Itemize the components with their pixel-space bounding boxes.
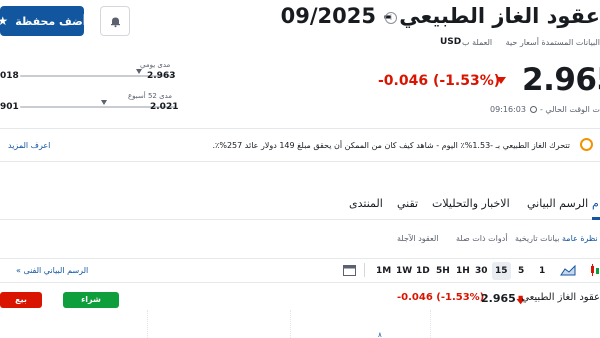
add-alert-button[interactable] xyxy=(100,6,130,36)
subtab-related[interactable]: أدوات ذات صلة xyxy=(456,234,508,243)
timeframe-1h[interactable]: 1H xyxy=(456,266,470,276)
clock-icon xyxy=(530,106,537,113)
quote-time: 09:16:03 xyxy=(490,105,526,114)
promo-banner-text: تتحرك الغاز الطبيعي بـ -1.53%٪ اليوم - ش… xyxy=(212,141,570,150)
toolbar-top-divider xyxy=(0,258,600,259)
timeframe-30[interactable]: 30 xyxy=(475,266,488,276)
timeframe-5[interactable]: 5 xyxy=(518,266,524,276)
daily-range-label: مدى يومي xyxy=(140,61,171,69)
subtab-futures[interactable]: العقود الآجلة xyxy=(397,234,438,243)
price-change: -0.046 (-1.53%) xyxy=(378,73,501,89)
subtab-historical[interactable]: بيانات تاريخية xyxy=(515,234,559,243)
sell-button[interactable]: بيع xyxy=(0,292,42,308)
currency-label: العملة ب xyxy=(462,38,493,47)
tab-forum[interactable]: المنتدى xyxy=(349,197,383,210)
toolbar-bottom-divider xyxy=(0,282,600,283)
banner-top-divider xyxy=(0,128,600,129)
chart-marker: ٨ xyxy=(378,331,382,338)
tab-chart[interactable]: الرسم البياني xyxy=(527,197,588,210)
tab-technical[interactable]: تقني xyxy=(397,197,418,210)
daily-range-low: 2.963 xyxy=(147,71,176,81)
timeframe-1w[interactable]: 1W xyxy=(396,266,412,276)
calendar-icon[interactable] xyxy=(343,264,356,276)
week52-range-label: مدى 52 أسبوع xyxy=(128,92,173,100)
page-title: عقود الغاز الطبيعي - 09/2025 xyxy=(280,4,600,28)
area-chart-icon[interactable] xyxy=(560,263,576,277)
tabs-divider xyxy=(0,219,600,220)
toolbar-separator xyxy=(364,263,365,277)
technical-chart-link[interactable]: الرسم البياني الفنى » xyxy=(16,266,88,275)
last-price: 2.965 xyxy=(522,62,600,98)
week52-range-high: 901 xyxy=(0,102,19,112)
subtab-overview[interactable]: نظرة عامة xyxy=(562,234,598,243)
candlestick-icon[interactable] xyxy=(590,263,600,277)
timeframe-1d[interactable]: 1D xyxy=(416,266,430,276)
star-icon: ★ xyxy=(0,14,9,28)
buy-button[interactable]: شراء xyxy=(63,292,119,308)
chart-instrument-name: عقود الغاز الطبيعي xyxy=(521,292,600,303)
data-source-label: البيانات المستمدة أسعار حية xyxy=(505,38,600,47)
timeframe-5h[interactable]: 5H xyxy=(436,266,450,276)
chart-gridline xyxy=(290,310,291,338)
week52-range-low: 2.021 xyxy=(150,102,179,112)
active-tab-indicator xyxy=(592,217,600,220)
banner-bottom-divider xyxy=(0,161,600,162)
chart-gridline xyxy=(147,310,148,338)
chart-price: 2.965 xyxy=(481,292,516,305)
timeframe-1m[interactable]: 1M xyxy=(376,266,391,276)
week52-range-marker xyxy=(101,100,107,105)
promo-icon xyxy=(580,138,593,151)
tab-overview[interactable]: م xyxy=(592,197,599,210)
chart-price-change: -0.046 (-1.53%) xyxy=(397,292,485,303)
tab-news-analysis[interactable]: الاخبار والتحليلات xyxy=(432,197,510,210)
quote-time-label: بيانات الوقت الحالي - xyxy=(540,105,600,114)
chart-gridline xyxy=(430,310,431,338)
learn-more-link[interactable]: اعرف المزيد xyxy=(8,141,50,150)
bell-plus-icon xyxy=(110,17,120,27)
timeframe-15[interactable]: 15 xyxy=(492,262,511,280)
currency-value: USD xyxy=(440,37,462,47)
daily-range-high: 018 xyxy=(0,71,19,81)
timeframe-1[interactable]: 1 xyxy=(539,266,545,276)
add-portfolio-button[interactable]: أضف محفظة ★ xyxy=(0,6,87,36)
info-icon[interactable]: i xyxy=(385,12,397,24)
add-portfolio-label: أضف محفظة xyxy=(15,14,87,28)
daily-range-marker xyxy=(136,69,142,74)
